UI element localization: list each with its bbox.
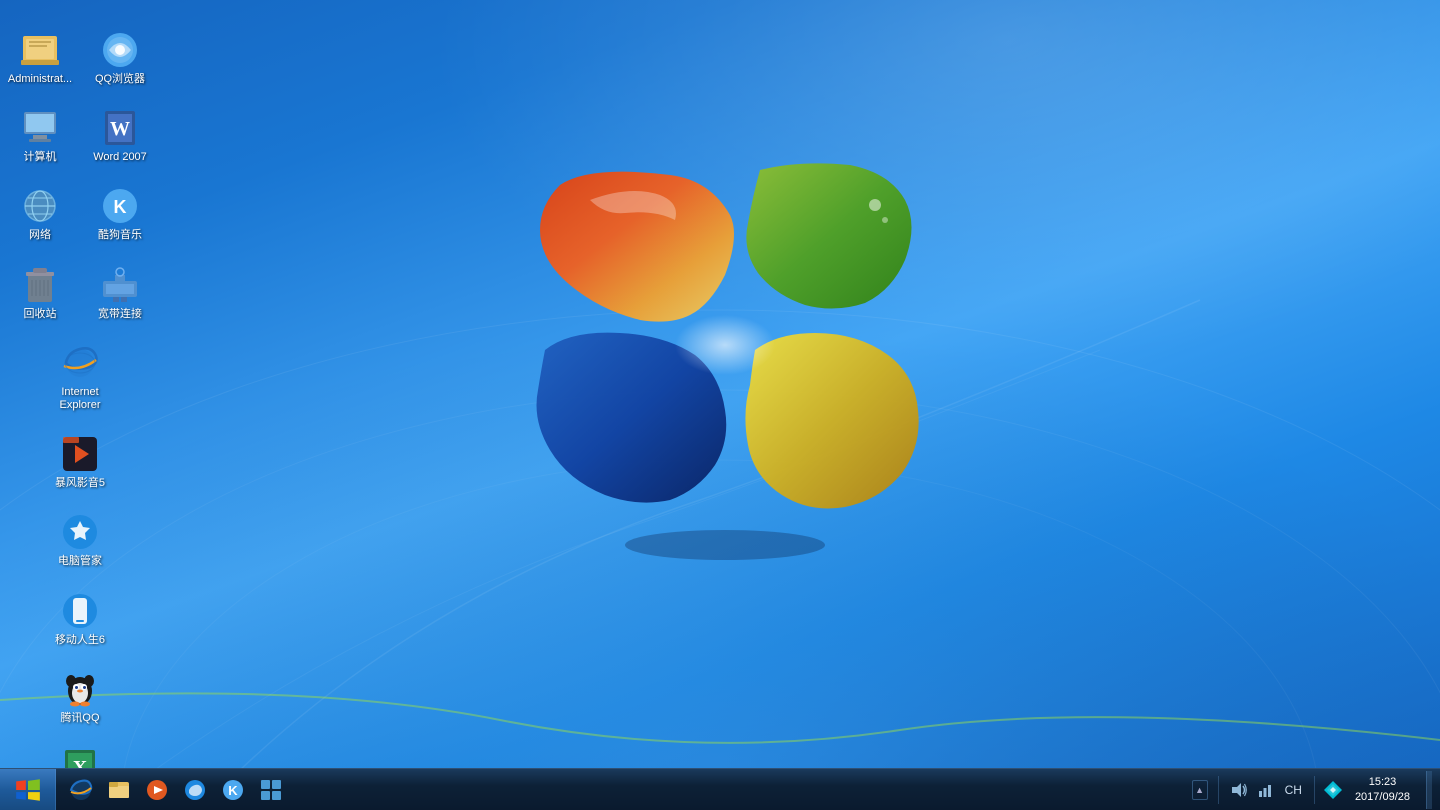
taskbar-show-desktop[interactable] xyxy=(254,773,288,807)
taskbar-ie[interactable] xyxy=(64,773,98,807)
svg-text:K: K xyxy=(114,197,127,217)
administrator-label: Administrat... xyxy=(8,73,72,86)
icons-row-9: 腾讯QQ xyxy=(0,659,160,735)
taskbar-explorer[interactable] xyxy=(102,773,136,807)
svg-text:W: W xyxy=(110,118,130,140)
icon-ie[interactable]: Internet Explorer xyxy=(44,337,116,418)
administrator-icon xyxy=(20,30,60,70)
qq-browser-icon xyxy=(100,30,140,70)
recycle-icon xyxy=(20,265,60,305)
word2007-label: Word 2007 xyxy=(93,151,147,164)
computer-icon xyxy=(20,108,60,148)
qq-icon xyxy=(60,669,100,709)
kuwo-label: 酷狗音乐 xyxy=(98,229,142,242)
broadband-icon xyxy=(100,265,140,305)
start-icon xyxy=(14,776,42,804)
network-icon xyxy=(20,186,60,226)
recycle-label: 回收站 xyxy=(24,308,57,321)
network-label: 网络 xyxy=(29,229,51,242)
icons-row-6: 暴风影音5 xyxy=(0,424,160,500)
icon-pc-manager[interactable]: 电脑管家 xyxy=(44,506,116,574)
taskbar: K ▲ xyxy=(0,768,1440,810)
qq-label: 腾讯QQ xyxy=(60,712,99,725)
show-desktop-button[interactable] xyxy=(1426,771,1432,809)
icon-broadband[interactable]: 宽带连接 xyxy=(84,259,156,327)
ie-label: Internet Explorer xyxy=(48,386,112,412)
tray-network-icon[interactable] xyxy=(1255,780,1275,800)
icon-network[interactable]: 网络 xyxy=(4,180,76,248)
broadband-label: 宽带连接 xyxy=(98,308,142,321)
desktop: Administrat... QQ浏览器 xyxy=(0,0,1440,810)
icon-computer[interactable]: 计算机 xyxy=(4,102,76,170)
icons-row-4: 回收站 宽带连接 xyxy=(0,255,160,331)
windows-logo xyxy=(510,155,940,605)
icons-row-5: Internet Explorer xyxy=(0,333,160,422)
pcmanager-icon xyxy=(60,512,100,552)
kuwo-icon: K xyxy=(100,186,140,226)
icon-storm-player[interactable]: 暴风影音5 xyxy=(44,428,116,496)
system-tray: ▲ CH xyxy=(1184,769,1440,810)
icon-recycle[interactable]: 回收站 xyxy=(4,259,76,327)
tray-date: 2017/09/28 xyxy=(1355,790,1410,804)
icons-row-3: 网络 K 酷狗音乐 xyxy=(0,176,160,252)
start-button[interactable] xyxy=(0,769,56,810)
taskbar-kuwo[interactable]: K xyxy=(216,773,250,807)
icon-qq-browser[interactable]: QQ浏览器 xyxy=(84,24,156,92)
icons-row-1: Administrat... QQ浏览器 xyxy=(0,20,160,96)
icon-mobile-life[interactable]: 移动人生6 xyxy=(44,585,116,653)
computer-label: 计算机 xyxy=(24,151,57,164)
qq-browser-label: QQ浏览器 xyxy=(95,73,145,86)
tray-time: 15:23 xyxy=(1369,775,1397,789)
ie-icon xyxy=(60,343,100,383)
icons-row-2: 计算机 W Word 2007 xyxy=(0,98,160,174)
tray-volume-icon[interactable] xyxy=(1229,780,1249,800)
tray-language[interactable]: CH xyxy=(1281,783,1306,797)
mobile-label: 移动人生6 xyxy=(55,634,105,647)
desktop-icons-area: Administrat... QQ浏览器 xyxy=(0,10,160,810)
pcmanager-label: 电脑管家 xyxy=(58,555,102,568)
icons-row-7: 电脑管家 xyxy=(0,502,160,578)
word-icon: W xyxy=(100,108,140,148)
storm-label: 暴风影音5 xyxy=(55,477,105,490)
taskbar-media[interactable] xyxy=(140,773,174,807)
quick-launch-area: K xyxy=(56,769,296,810)
tray-datetime[interactable]: 15:23 2017/09/28 xyxy=(1349,775,1416,804)
icons-row-8: 移动人生6 xyxy=(0,581,160,657)
tray-tencent-icon[interactable] xyxy=(1323,780,1343,800)
storm-icon xyxy=(60,434,100,474)
icon-kuwo-music[interactable]: K 酷狗音乐 xyxy=(84,180,156,248)
taskbar-live[interactable] xyxy=(178,773,212,807)
icon-word2007[interactable]: W Word 2007 xyxy=(84,102,156,170)
svg-text:K: K xyxy=(228,783,238,798)
mobile-icon xyxy=(60,591,100,631)
icon-qq[interactable]: 腾讯QQ xyxy=(44,663,116,731)
icon-administrator[interactable]: Administrat... xyxy=(4,24,76,92)
tray-notify-button[interactable]: ▲ xyxy=(1192,780,1208,800)
